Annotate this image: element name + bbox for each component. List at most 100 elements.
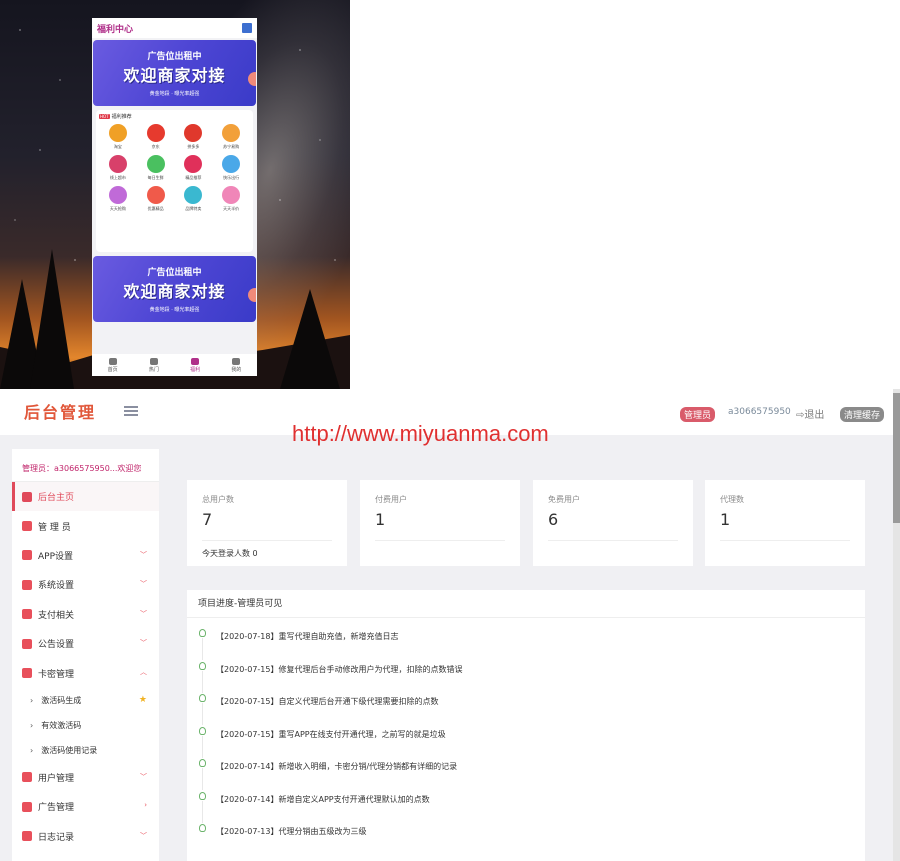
gift-icon[interactable] <box>242 23 252 33</box>
timeline-item: 【2020-07-14】新增自定义APP支付开通代理默认加的点数 <box>187 791 865 823</box>
banner-decoration <box>248 288 256 302</box>
logout-button[interactable]: ⇨退出 <box>796 406 824 421</box>
sidebar-item[interactable]: APP设置 ﹀ <box>12 541 159 570</box>
leaf-icon <box>199 791 206 800</box>
sidebar-item-label: 后台主页 <box>38 493 75 504</box>
submenu-item[interactable]: › 激活码生成 ★ <box>12 688 159 713</box>
chevron-down-icon: ﹀ <box>140 638 147 647</box>
recommend-item[interactable]: 苏宁易购 <box>212 124 250 150</box>
sidebar-item-label: 日志记录 <box>38 832 75 843</box>
role-badge: 管理员 <box>680 407 716 422</box>
ad-banner-bottom[interactable]: 广告位出租中 欢迎商家对接 黄金地段 · 曝光率超强 <box>93 256 256 322</box>
phone-header: 福利中心 <box>92 18 257 38</box>
phone-nav-item[interactable]: 我的 <box>231 357 241 373</box>
leaf-icon <box>199 629 206 637</box>
recommend-item-icon <box>108 186 127 204</box>
chevron-right-icon: › <box>30 695 34 705</box>
stat-card: 代理数 1 <box>705 480 865 566</box>
recommend-item[interactable]: 拼多多 <box>175 124 213 150</box>
sidebar-item-label: 广告管理 <box>38 803 75 814</box>
recommend-item[interactable]: 天天半价 <box>212 186 250 212</box>
banner-line1: 广告位出租中 <box>147 52 202 62</box>
recommend-item-label: 京东 <box>151 144 160 149</box>
clear-cache-button[interactable]: 清理缓存 <box>840 407 885 422</box>
star-icon: ★ <box>138 695 147 706</box>
leaf-icon <box>199 824 206 832</box>
menu-toggle-icon[interactable] <box>124 406 138 416</box>
recommend-item-icon <box>146 155 165 173</box>
sidebar-item[interactable]: 支付相关 ﹀ <box>12 600 159 629</box>
sidebar-item[interactable]: 广告管理 › <box>12 792 159 821</box>
scrollbar-thumb[interactable] <box>893 393 900 523</box>
sidebar-item-label: 系统设置 <box>38 581 75 592</box>
chevron-right-icon: › <box>30 745 34 755</box>
timeline-text: 【2020-07-15】修复代理后台手动修改用户为代理，扣除的点数错误 <box>216 664 463 674</box>
sidebar-item[interactable]: 管 理 员 <box>12 511 159 540</box>
phone-nav-item[interactable]: 首页 <box>108 357 118 373</box>
recommend-item-label: 苏宁易购 <box>223 144 240 149</box>
sidebar-item-label: 管 理 员 <box>38 522 71 533</box>
recommend-item[interactable]: 品牌特卖 <box>175 186 213 212</box>
menu-icon <box>22 550 32 561</box>
account-name[interactable]: a3066575950 <box>728 407 791 417</box>
sidebar-item-label: 卡密管理 <box>38 669 75 680</box>
timeline-connector <box>202 800 203 823</box>
sidebar-item-label: 用户管理 <box>38 773 75 784</box>
sidebar-item[interactable]: 卡密管理 ︿ <box>12 658 159 687</box>
admin-sidebar: 管理员：a3066575950...欢迎您 后台主页管 理 员 APP设置 ﹀ 系统设… <box>12 449 159 861</box>
recommend-item-label: 优惠精品 <box>147 206 164 211</box>
recommend-item-label: 天天抢购 <box>109 206 126 211</box>
timeline-connector <box>202 735 203 758</box>
recommend-item-icon <box>222 186 241 204</box>
chevron-down-icon: ﹀ <box>140 550 147 559</box>
stat-label: 免费用户 <box>548 495 580 504</box>
recommend-item-icon <box>146 186 165 204</box>
leaf-icon <box>199 661 206 670</box>
recommend-item[interactable]: 天天抢购 <box>99 186 137 212</box>
night-sky-photo: 福利中心 广告位出租中 欢迎商家对接 黄金地段 · 曝光率超强 HOT 福利推荐… <box>0 0 350 389</box>
scrollbar-track[interactable] <box>893 389 900 861</box>
timeline-text: 【2020-07-14】新增收入明细，卡密分销/代理分销都有详细的记录 <box>216 762 458 771</box>
recommend-item-label: 每日生鲜 <box>147 175 164 180</box>
recommend-item[interactable]: 线上超市 <box>99 155 137 181</box>
timeline-connector <box>202 768 203 790</box>
recommend-title: 福利推荐 <box>111 114 132 120</box>
stat-value: 1 <box>375 510 386 529</box>
divider <box>375 540 505 541</box>
ad-banner-top[interactable]: 广告位出租中 欢迎商家对接 黄金地段 · 曝光率超强 <box>93 40 256 106</box>
recommend-item-label: 线上超市 <box>109 175 126 180</box>
progress-panel: 项目进度-管理员可见 【2020-07-18】重写代理自助充值，新增充值日志 【2… <box>187 590 865 861</box>
phone-bottom-nav: 首页 热门 福利 我的 <box>92 354 257 376</box>
sidebar-item[interactable]: 公告设置 ﹀ <box>12 629 159 658</box>
progress-title: 项目进度-管理员可见 <box>187 590 865 618</box>
chevron-up-icon: ︿ <box>140 668 147 677</box>
timeline-item: 【2020-07-18】重写代理自助充值，新增充值日志 <box>187 628 865 660</box>
timeline-text: 【2020-07-13】代理分销由五级改为三级 <box>216 827 367 836</box>
recommend-item[interactable]: 精品推荐 <box>175 155 213 181</box>
submenu-item[interactable]: › 有效激活码 <box>12 713 159 738</box>
recommend-grid: 淘宝 京东 拼多多 苏宁易购线上超市 每日生鲜 精品推荐 快乐出行天天抢购 优惠精品 品牌特卖 天… <box>99 124 250 212</box>
submenu-item-label: 激活码使用记录 <box>41 745 98 755</box>
recommend-item[interactable]: 快乐出行 <box>212 155 250 181</box>
divider <box>548 540 678 541</box>
sidebar-item[interactable]: 系统设置 ﹀ <box>12 570 159 599</box>
sidebar-item[interactable]: 用户管理 ﹀ <box>12 763 159 792</box>
leaf-icon <box>199 726 206 735</box>
admin-logo: 后台管理 <box>24 403 97 422</box>
recommend-item[interactable]: 优惠精品 <box>137 186 175 212</box>
sidebar-item[interactable]: 日志记录 ﹀ <box>12 822 159 851</box>
recommend-item[interactable]: 淘宝 <box>99 124 137 150</box>
recommend-item[interactable]: 京东 <box>137 124 175 150</box>
timeline-item: 【2020-07-15】重写APP在线支付开通代理，之前写的就是垃圾 <box>187 726 865 758</box>
phone-nav-item[interactable]: 热门 <box>149 357 159 373</box>
stat-label: 代理数 <box>720 495 744 504</box>
nav-tab-label: 福利 <box>190 366 201 373</box>
recommend-item[interactable]: 每日生鲜 <box>137 155 175 181</box>
phone-nav-item[interactable]: 福利 <box>190 357 201 373</box>
divider <box>720 540 850 541</box>
banner-line1: 广告位出租中 <box>147 268 202 278</box>
submenu-item[interactable]: › 激活码使用记录 <box>12 738 159 763</box>
menu-icon <box>22 668 32 679</box>
sidebar-item[interactable]: 后台主页 <box>12 482 159 512</box>
timeline-item: 【2020-07-15】自定义代理后台开通下级代理需要扣除的点数 <box>187 693 865 725</box>
